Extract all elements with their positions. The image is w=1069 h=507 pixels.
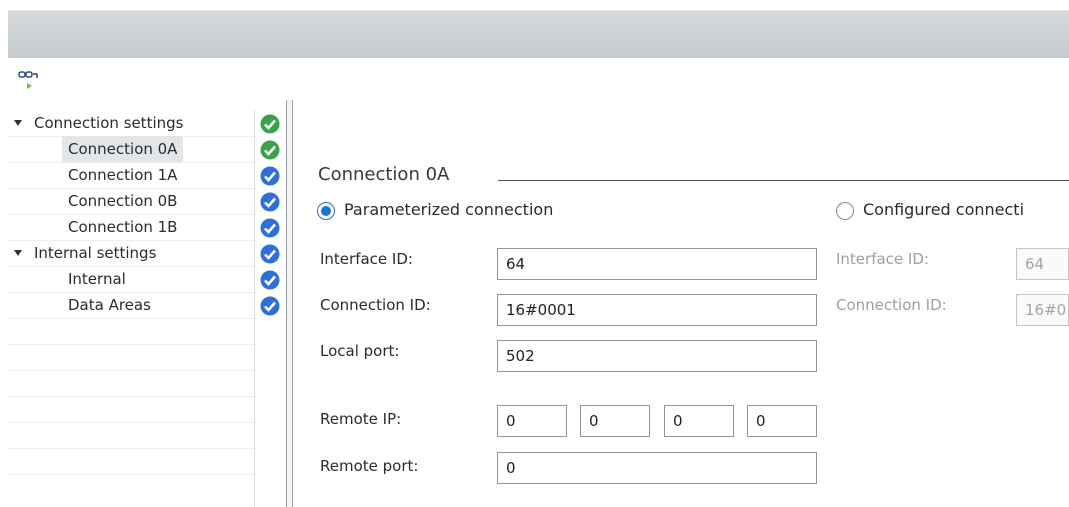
status-ok-blue-icon [260,166,280,186]
configured-connection-radio[interactable] [836,202,854,220]
tree-item-connection-0a[interactable]: Connection 0A [8,136,256,163]
status-ok-green-icon [260,140,280,160]
tree-item-label: Connection 1B [68,218,178,236]
configured-connection-id-label: Connection ID: [836,296,947,314]
parameterized-connection-radio[interactable] [317,202,335,220]
interface-id-label: Interface ID: [320,250,413,268]
status-ok-blue-icon [260,218,280,238]
tree-column-divider [254,110,255,507]
connection-settings-icon[interactable] [18,70,40,96]
configured-connection-id-field: 16#0 [1016,294,1069,326]
configured-interface-id-label: Interface ID: [836,250,929,268]
tree-item-connection-1b[interactable]: Connection 1B [8,214,256,241]
tree-item-label: Internal settings [34,244,157,262]
tree-empty-row [8,422,256,449]
tree-item-label: Connection 0B [68,192,178,210]
navigation-tree: Connection settings Connection 0A Connec… [8,110,288,507]
toolbar [8,58,1069,110]
tree-item-data-areas[interactable]: Data Areas [8,292,256,319]
panel-splitter[interactable] [286,100,293,507]
status-ok-blue-icon [260,296,280,316]
tree-empty-row [8,448,256,475]
section-divider [498,180,1069,181]
interface-id-field[interactable]: 64 [497,248,817,280]
tree-item-internal-settings[interactable]: Internal settings [8,240,256,267]
tree-item-connection-0b[interactable]: Connection 0B [8,188,256,215]
tree-item-label: Connection 0A [62,136,184,162]
tree-empty-row [8,396,256,423]
tree-item-connection-1a[interactable]: Connection 1A [8,162,256,189]
local-port-field[interactable]: 502 [497,340,817,372]
status-ok-blue-icon [260,244,280,264]
expand-caret-icon[interactable] [14,120,22,126]
remote-port-label: Remote port: [320,457,419,475]
local-port-label: Local port: [320,342,400,360]
remote-ip-octet-4[interactable]: 0 [747,405,817,437]
status-ok-blue-icon [260,270,280,290]
window-header-bar [8,10,1069,59]
tree-item-label: Data Areas [68,296,151,314]
tree-item-internal[interactable]: Internal [8,266,256,293]
tree-empty-row [8,344,256,371]
tree-item-label: Connection 1A [68,166,178,184]
remote-ip-octet-2[interactable]: 0 [580,405,650,437]
remote-ip-label: Remote IP: [320,410,402,428]
tree-empty-row [8,318,256,345]
connection-id-label: Connection ID: [320,296,431,314]
remote-ip-octet-1[interactable]: 0 [497,405,567,437]
tree-item-label: Connection settings [34,114,184,132]
configured-interface-id-field: 64 [1016,248,1069,280]
connection-id-field[interactable]: 16#0001 [497,294,817,326]
configured-connection-label[interactable]: Configured connecti [863,200,1024,219]
expand-caret-icon[interactable] [14,250,22,256]
remote-ip-octet-3[interactable]: 0 [664,405,734,437]
section-title: Connection 0A [318,164,450,185]
status-ok-green-icon [260,114,280,134]
tree-item-connection-settings[interactable]: Connection settings [8,110,256,137]
tree-item-label: Internal [68,270,126,288]
remote-port-field[interactable]: 0 [497,452,817,484]
parameterized-connection-label[interactable]: Parameterized connection [344,200,553,219]
tree-empty-row [8,370,256,397]
status-ok-blue-icon [260,192,280,212]
